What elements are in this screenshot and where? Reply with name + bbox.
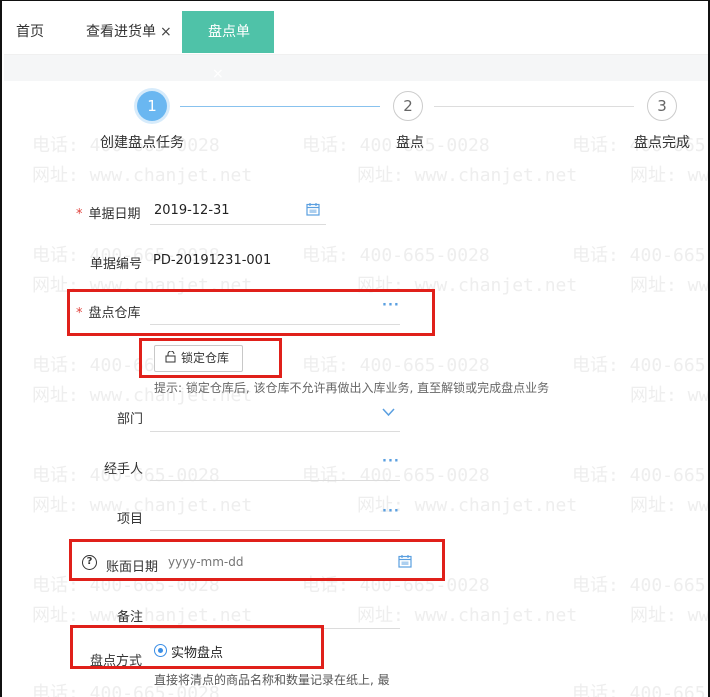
more-icon[interactable]: ··· bbox=[382, 504, 400, 519]
handler-underline bbox=[150, 480, 400, 481]
remark-label: 备注 bbox=[117, 610, 144, 625]
highlight-box bbox=[69, 539, 445, 581]
highlight-box bbox=[139, 338, 282, 378]
highlight-box bbox=[70, 625, 324, 669]
chevron-down-icon[interactable] bbox=[382, 408, 395, 417]
project-label: 项目 bbox=[117, 512, 144, 527]
required-mark: * bbox=[76, 207, 83, 222]
doc-no-label: 单据编号 bbox=[90, 257, 143, 272]
app-window: 电话: 400-665-0028 电话: 400-665-0028 电话: 40… bbox=[0, 0, 710, 697]
handler-label: 经手人 bbox=[104, 462, 144, 477]
doc-date-underline bbox=[150, 224, 326, 225]
calendar-icon[interactable] bbox=[306, 202, 320, 216]
doc-date-value[interactable]: 2019-12-31 bbox=[154, 203, 230, 218]
method-description: 直接将清点的商品名称和数量记录在纸上, 最 bbox=[154, 673, 390, 687]
doc-date-label: * 单据日期 bbox=[76, 207, 141, 222]
stocktake-form: * 单据日期 2019-12-31 单据编号 PD-20191231-001 * 盘… bbox=[2, 1, 708, 697]
project-underline bbox=[150, 530, 400, 531]
department-underline bbox=[150, 431, 400, 432]
more-icon[interactable]: ··· bbox=[382, 454, 400, 469]
department-label: 部门 bbox=[117, 412, 144, 427]
doc-no-value: PD-20191231-001 bbox=[153, 253, 272, 268]
highlight-box bbox=[67, 289, 435, 336]
lock-hint: 提示: 锁定仓库后, 该仓库不允许再做出入库业务, 直至解锁或完成盘点业务 bbox=[154, 381, 550, 395]
